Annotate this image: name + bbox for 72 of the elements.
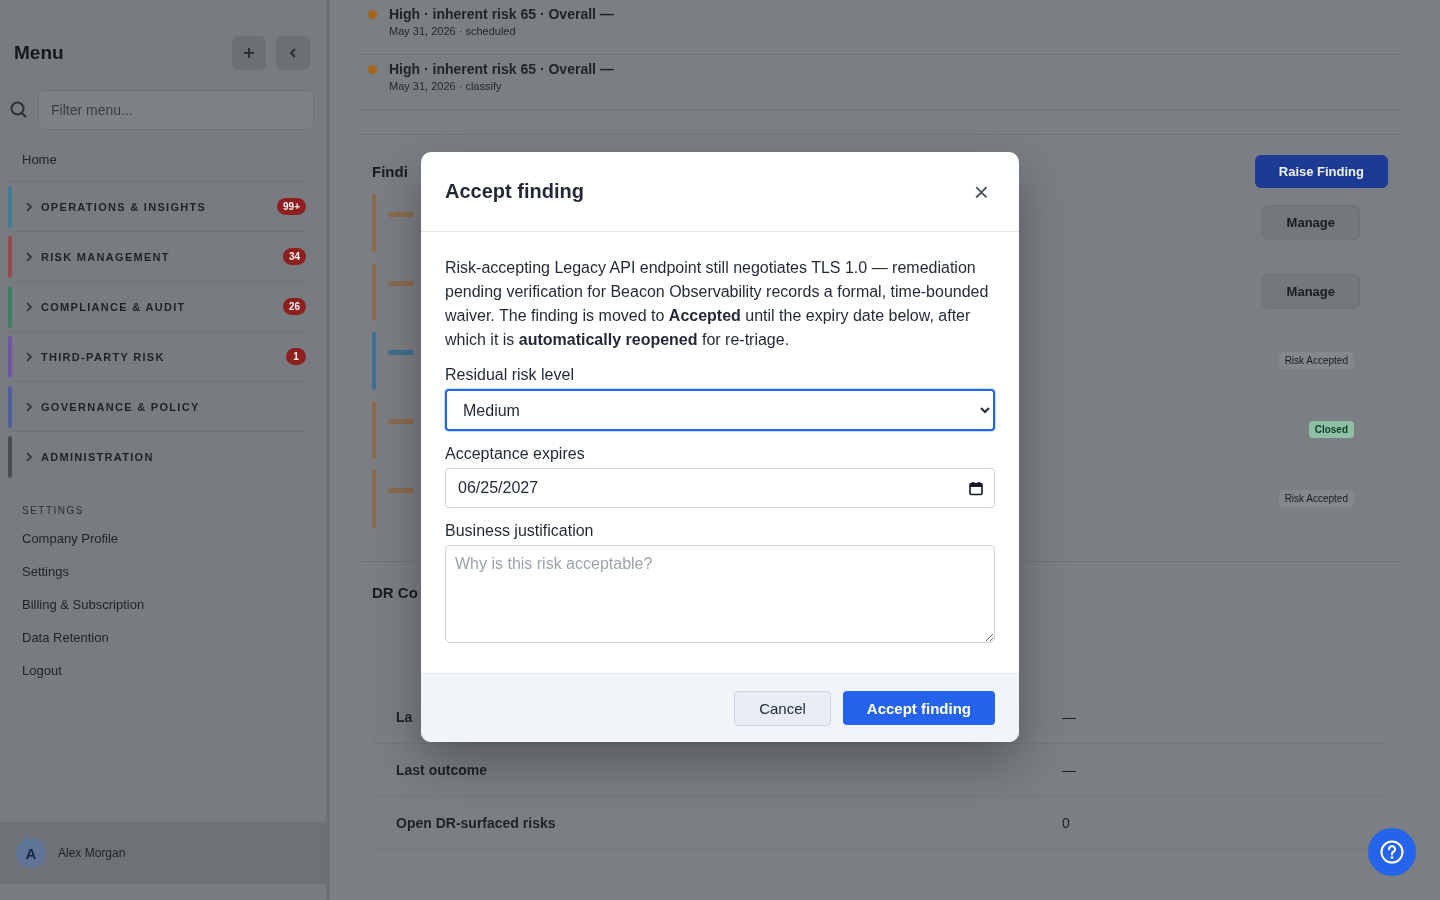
settings-link[interactable]: Logout: [0, 654, 326, 687]
status-tag: Risk Accepted: [1278, 490, 1354, 507]
severity-chip: [388, 281, 414, 286]
section-label[interactable]: ADMINISTRATION: [41, 450, 306, 463]
severity-chip: [388, 212, 414, 217]
dialog-title: Accept finding: [445, 180, 584, 203]
home-link[interactable]: Home: [0, 130, 326, 181]
severity-chip: [388, 488, 414, 493]
settings-heading: SETTINGS: [21, 504, 85, 518]
search-icon: [10, 101, 28, 119]
section-label[interactable]: GOVERNANCE & POLICY: [41, 400, 306, 413]
menu-title: Menu: [14, 42, 64, 64]
manage-button[interactable]: Manage: [1261, 205, 1360, 240]
settings-link[interactable]: Data Retention: [0, 621, 326, 654]
settings-link[interactable]: Billing & Subscription: [0, 588, 326, 621]
count-badge: 34: [282, 248, 306, 265]
chevron-right-icon: [26, 201, 33, 212]
field-label: Residual risk level: [445, 366, 575, 384]
status-dot: [368, 65, 377, 74]
plus-icon: [243, 47, 255, 59]
calendar-icon: [969, 481, 983, 496]
dialog-description: Risk-accepting Legacy API endpoint still negotiates TLS 1.0 — remediation pending verification for Beacon Observability records a formal, time-bounded waiver. The finding is moved to Accepted until the expiry date below, after which it is automatically reopened for re-triage.: [445, 258, 990, 350]
field-label: Acceptance expires: [445, 445, 586, 463]
metric-label: Last outcome: [396, 762, 487, 778]
severity-chip: [388, 419, 414, 424]
section-label[interactable]: RISK MANAGEMENT: [41, 250, 283, 263]
timeline-meta: May 31, 2026 · scheduled: [389, 25, 517, 37]
settings-link[interactable]: Settings: [0, 555, 326, 588]
risk-level-select[interactable]: Medium: [445, 389, 995, 431]
help-icon: [1380, 840, 1404, 864]
manage-button[interactable]: Manage: [1261, 274, 1360, 309]
count-badge: 26: [282, 298, 306, 315]
count-badge: 99+: [277, 198, 306, 215]
section-label[interactable]: COMPLIANCE & AUDIT: [41, 300, 283, 313]
chevron-right-icon: [26, 351, 33, 362]
user-avatar: A: [16, 838, 46, 868]
justification-field[interactable]: Why is this risk acceptable?: [445, 545, 995, 643]
chevron-left-icon: [289, 48, 297, 58]
metric-label: La: [396, 709, 413, 725]
cancel-button[interactable]: Cancel: [734, 690, 831, 726]
user-name: Alex Morgan: [58, 846, 126, 860]
collapse-button[interactable]: [276, 36, 310, 70]
timeline-title: High · inherent risk 65 · Overall —: [389, 61, 614, 77]
section-label[interactable]: THIRD-PARTY RISK: [41, 350, 286, 363]
add-button[interactable]: [232, 36, 266, 70]
metric-value: —: [1062, 709, 1076, 725]
timeline-title: High · inherent risk 65 · Overall —: [389, 6, 614, 22]
close-button[interactable]: ×: [967, 178, 995, 205]
section-heading: Findi: [372, 163, 408, 180]
metric-label: Open DR-surfaced risks: [396, 815, 556, 831]
user-bar[interactable]: A Alex Morgan: [0, 822, 326, 884]
help-button[interactable]: [1368, 828, 1416, 876]
severity-chip: [388, 350, 414, 355]
section-label[interactable]: OPERATIONS & INSIGHTS: [41, 200, 278, 213]
settings-link[interactable]: Company Profile: [0, 522, 326, 555]
status-tag: Risk Accepted: [1278, 352, 1354, 369]
field-label: Business justification: [445, 522, 595, 540]
chevron-right-icon: [26, 251, 33, 262]
chevron-right-icon: [26, 401, 33, 412]
count-badge: 1: [286, 348, 306, 365]
metric-value: 0: [1062, 815, 1070, 831]
metric-value: —: [1062, 762, 1076, 778]
date-field[interactable]: 06/25/2027: [445, 468, 995, 508]
chevron-right-icon: [26, 451, 33, 462]
filter-field[interactable]: Filter menu...: [38, 90, 314, 130]
timeline-meta: May 31, 2026 · classify: [389, 80, 503, 92]
raise-finding-button[interactable]: Raise Finding: [1254, 155, 1388, 188]
section-heading: DR Co: [372, 584, 419, 601]
accept-button[interactable]: Accept finding: [842, 691, 995, 725]
chevron-right-icon: [26, 301, 33, 312]
status-tag: Closed: [1308, 421, 1354, 438]
status-dot: [368, 10, 377, 19]
